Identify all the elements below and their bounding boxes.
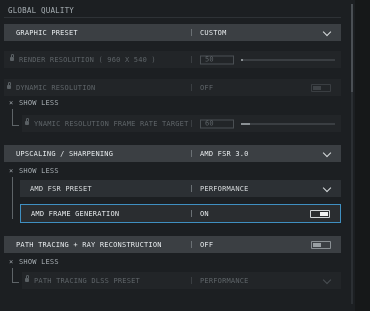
tree-connector bbox=[12, 109, 19, 126]
render-resolution-label: RENDER RESOLUTION ( 960 X 540 ) bbox=[19, 55, 156, 64]
render-resolution-row: RENDER RESOLUTION ( 960 X 540 ) 50 bbox=[4, 51, 341, 68]
frame-rate-target-row: YNAMIC RESOLUTION FRAME RATE TARGET 60 bbox=[22, 115, 341, 132]
frame-generation-value: ON bbox=[200, 209, 209, 218]
lock-icon bbox=[10, 53, 14, 61]
row-divider bbox=[191, 210, 192, 217]
fsr-preset-value: PERFORMANCE bbox=[200, 184, 249, 193]
path-tracing-label: PATH TRACING + RAY RECONSTRUCTION bbox=[16, 240, 162, 249]
row-divider bbox=[191, 29, 192, 36]
row-divider bbox=[191, 84, 192, 91]
fsr-preset-label: AMD FSR PRESET bbox=[30, 184, 92, 193]
upscaling-row[interactable]: UPSCALING / SHARPENING AMD FSR 3.0 bbox=[4, 145, 341, 162]
chevron-down-icon[interactable] bbox=[322, 183, 332, 192]
dlss-preset-row: PATH TRACING DLSS PRESET PERFORMANCE bbox=[22, 272, 341, 289]
tree-connector bbox=[12, 177, 13, 219]
graphic-preset-row[interactable]: GRAPHIC PRESET CUSTOM bbox=[4, 24, 341, 41]
show-less-label: SHOW LESS bbox=[19, 167, 59, 175]
lock-icon bbox=[25, 117, 29, 125]
lock-icon bbox=[25, 274, 29, 282]
show-less-label: SHOW LESS bbox=[19, 258, 59, 266]
dynamic-resolution-value: OFF bbox=[200, 83, 214, 92]
frame-generation-toggle[interactable] bbox=[310, 209, 330, 218]
upscaling-label: UPSCALING / SHARPENING bbox=[16, 149, 114, 158]
render-resolution-slider bbox=[241, 58, 335, 61]
fsr-preset-row[interactable]: AMD FSR PRESET PERFORMANCE bbox=[20, 180, 341, 197]
frame-rate-target-slider bbox=[241, 122, 335, 125]
frame-generation-label: AMD FRAME GENERATION bbox=[31, 209, 120, 218]
chevron-down-icon[interactable] bbox=[322, 148, 332, 157]
dynamic-resolution-label: DYNAMIC RESOLUTION bbox=[16, 83, 96, 92]
show-less-button[interactable]: × SHOW LESS bbox=[9, 167, 89, 176]
close-icon: × bbox=[9, 258, 14, 266]
path-tracing-value: OFF bbox=[200, 240, 214, 249]
show-less-button[interactable]: × SHOW LESS bbox=[9, 258, 89, 267]
close-icon: × bbox=[9, 167, 14, 175]
upscaling-value: AMD FSR 3.0 bbox=[200, 149, 249, 158]
side-strip bbox=[355, 0, 370, 311]
scrollbar-thumb[interactable] bbox=[351, 4, 353, 92]
settings-panel: GLOBAL QUALITY GRAPHIC PRESET CUSTOM REN… bbox=[0, 0, 355, 311]
row-divider bbox=[191, 150, 192, 157]
row-divider bbox=[191, 185, 192, 192]
show-less-button[interactable]: × SHOW LESS bbox=[9, 99, 89, 108]
render-resolution-value: 50 bbox=[200, 55, 234, 64]
frame-rate-target-value: 60 bbox=[200, 119, 234, 128]
dynamic-resolution-row: DYNAMIC RESOLUTION OFF bbox=[4, 79, 341, 96]
section-title: GLOBAL QUALITY bbox=[8, 6, 75, 15]
slider-fill bbox=[241, 122, 251, 125]
section-divider bbox=[4, 17, 341, 18]
lock-icon bbox=[7, 81, 11, 89]
graphic-preset-label: GRAPHIC PRESET bbox=[16, 28, 78, 37]
row-divider bbox=[191, 277, 192, 284]
dynamic-resolution-toggle bbox=[311, 83, 331, 92]
tree-connector bbox=[12, 268, 19, 283]
close-icon: × bbox=[9, 99, 14, 107]
row-divider bbox=[191, 241, 192, 248]
chevron-down-icon[interactable] bbox=[322, 27, 332, 36]
row-divider bbox=[191, 120, 192, 127]
frame-rate-target-label: YNAMIC RESOLUTION FRAME RATE TARGET bbox=[34, 119, 189, 128]
slider-fill bbox=[241, 58, 243, 61]
dlss-preset-label: PATH TRACING DLSS PRESET bbox=[34, 276, 140, 285]
chevron-down-icon bbox=[322, 275, 332, 284]
row-divider bbox=[191, 56, 192, 63]
frame-generation-row[interactable]: AMD FRAME GENERATION ON bbox=[20, 204, 341, 223]
path-tracing-toggle[interactable] bbox=[311, 240, 331, 249]
dlss-preset-value: PERFORMANCE bbox=[200, 276, 249, 285]
path-tracing-row[interactable]: PATH TRACING + RAY RECONSTRUCTION OFF bbox=[4, 236, 341, 253]
graphic-preset-value: CUSTOM bbox=[200, 28, 227, 37]
show-less-label: SHOW LESS bbox=[19, 99, 59, 107]
